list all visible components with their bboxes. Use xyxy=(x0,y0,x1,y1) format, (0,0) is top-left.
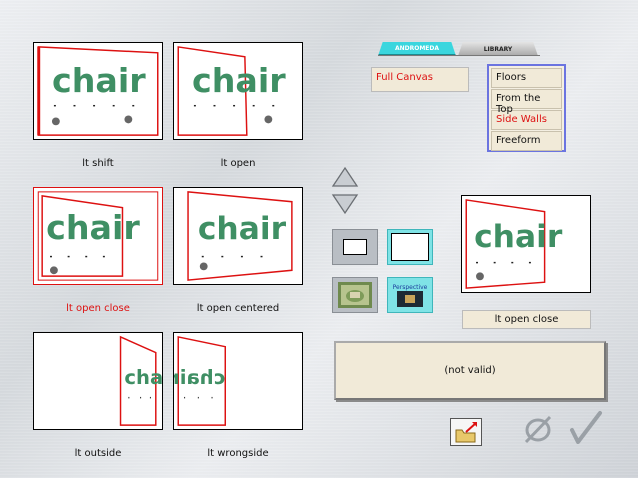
layout-preview-image: chair xyxy=(177,46,286,136)
brand-text: chair xyxy=(198,211,287,247)
layout-preview-image: chair xyxy=(37,191,159,281)
brand-text: chair xyxy=(124,366,162,389)
layout-preview-image: chair xyxy=(37,46,159,136)
background-image-button[interactable] xyxy=(332,277,378,313)
frame-large-button[interactable] xyxy=(387,229,433,265)
brand-text: chair xyxy=(192,61,286,100)
menu-item-from-the-top[interactable]: From the Top xyxy=(491,89,562,115)
surface-menu: Floors From the Top Side Walls Freeform xyxy=(487,64,566,152)
selected-layout-preview: chair xyxy=(461,195,591,293)
arrow-down-icon[interactable] xyxy=(331,193,359,215)
layout-thumb-lt-open[interactable]: chair xyxy=(173,42,303,140)
status-panel: (not valid) xyxy=(334,341,606,400)
layout-thumb-lt-wrongside[interactable]: chair xyxy=(173,332,303,430)
tab-andromeda[interactable]: ANDROMEDA xyxy=(378,42,456,56)
layout-preview-image: chair xyxy=(187,191,293,281)
perspective-label: Perspective xyxy=(392,283,428,291)
export-folder-icon[interactable] xyxy=(450,418,482,446)
layout-caption: lt outside xyxy=(74,448,122,459)
frame-small-icon xyxy=(343,239,367,255)
brand-text: chair xyxy=(46,208,140,247)
tab-divider xyxy=(378,55,540,56)
layout-thumb-lt-open-close[interactable]: chair xyxy=(33,187,163,285)
layout-caption: lt open close xyxy=(66,303,130,314)
tab-library[interactable]: LIBRARY xyxy=(458,42,538,56)
layout-caption: lt open xyxy=(220,158,256,169)
layout-caption: lt open centered xyxy=(196,303,280,314)
canvas-mode-field[interactable]: Full Canvas xyxy=(371,67,469,92)
brand-text: chair xyxy=(52,61,146,100)
brand-text: chair xyxy=(174,366,225,389)
perspective-button[interactable]: Perspective xyxy=(387,277,433,313)
menu-item-floors[interactable]: Floors xyxy=(491,68,562,88)
perspective-icon xyxy=(397,290,423,307)
landscape-icon xyxy=(338,282,372,308)
frame-small-button[interactable] xyxy=(332,229,378,265)
confirm-check-icon[interactable] xyxy=(566,410,606,444)
frame-large-icon xyxy=(391,233,429,261)
menu-item-freeform[interactable]: Freeform xyxy=(491,131,562,151)
preview-caption: lt open close xyxy=(462,310,591,329)
layout-caption: lt shift xyxy=(82,158,114,169)
layout-thumb-lt-outside[interactable]: chair xyxy=(33,332,163,430)
arrow-up-icon[interactable] xyxy=(331,166,359,188)
layout-thumb-lt-shift[interactable]: chair xyxy=(33,42,163,140)
layout-preview-image: chair xyxy=(174,336,226,426)
layout-thumb-lt-open-centered[interactable]: chair xyxy=(173,187,303,285)
brand-text: chair xyxy=(474,219,563,255)
layout-caption: lt wrongside xyxy=(207,448,269,459)
layout-preview-image: chair xyxy=(119,335,162,426)
cancel-icon[interactable] xyxy=(522,414,554,444)
